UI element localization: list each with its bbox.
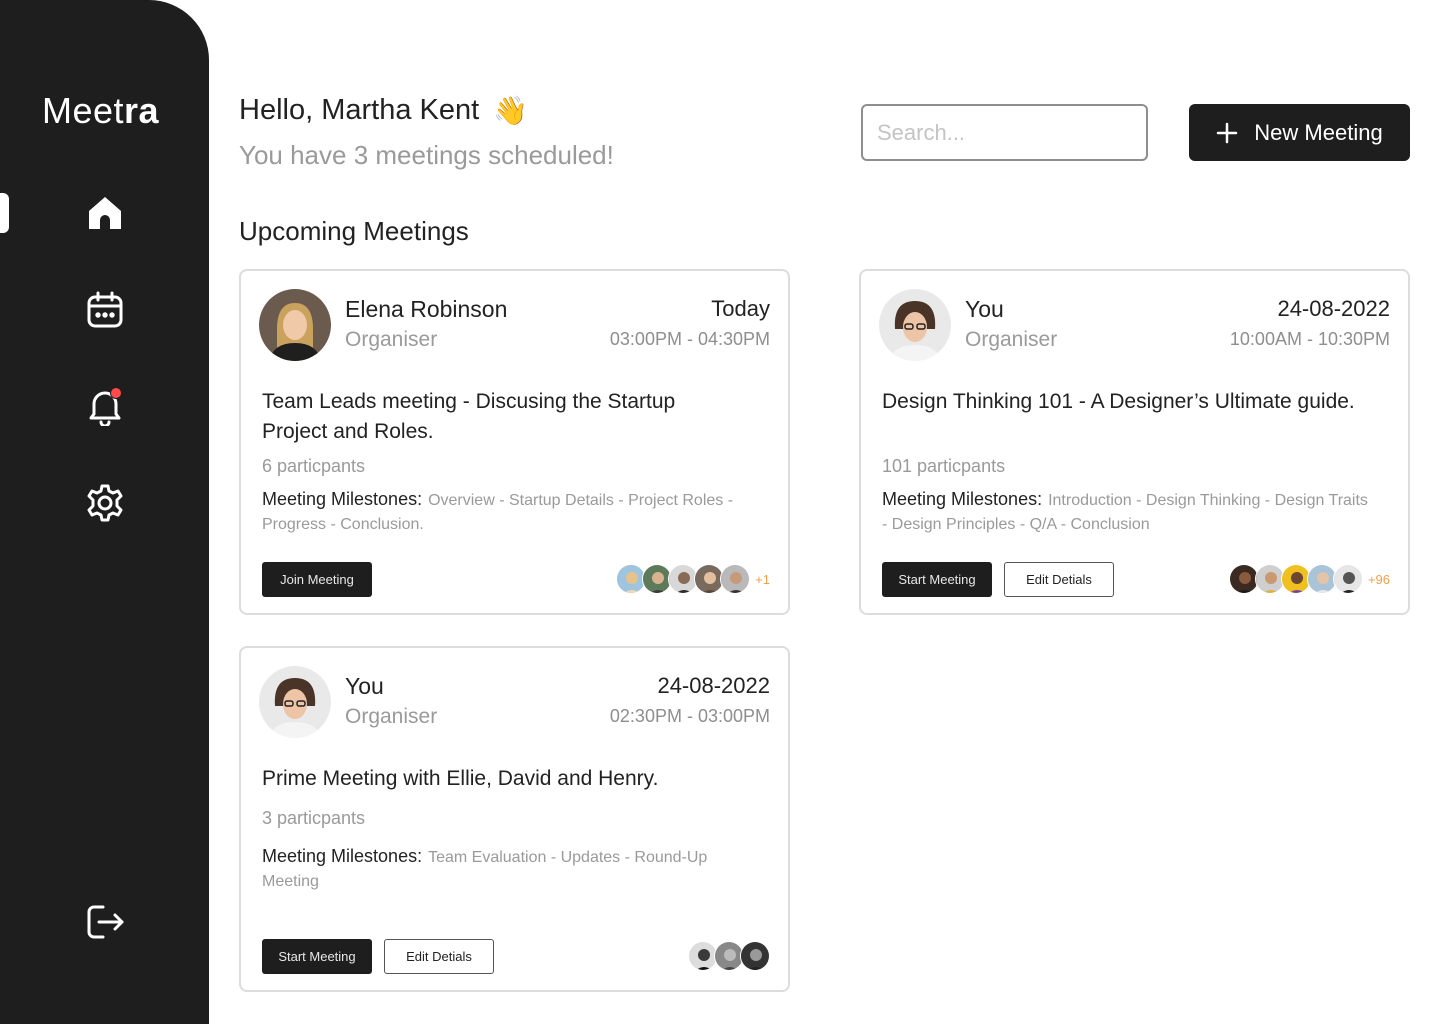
sidebar-item-home[interactable]: [84, 192, 126, 234]
greeting: Hello, Martha Kent 👋: [239, 94, 528, 127]
meeting-date: Today: [711, 296, 770, 321]
sidebar-item-notifications[interactable]: [84, 385, 126, 427]
sidebar-item-logout[interactable]: [84, 901, 126, 943]
sidebar-item-calendar[interactable]: [84, 289, 126, 331]
settings-icon: [87, 484, 123, 522]
meeting-time: 10:00AM - 10:30PM: [1229, 329, 1390, 349]
plus-icon: [1217, 122, 1238, 143]
meeting-title: Prime Meeting with Ellie, David and Henr…: [262, 767, 659, 790]
organiser-role: Organiser: [345, 705, 438, 728]
participant-avatar: [720, 564, 751, 594]
active-nav-indicator: [0, 193, 9, 233]
organiser-avatar: [259, 289, 331, 361]
meeting-card: You Organiser 24-08-2022 10:00AM - 10:30…: [859, 269, 1410, 615]
organiser-avatar: [259, 666, 331, 738]
participant-avatars: [688, 941, 770, 971]
meeting-card: Elena Robinson Organiser Today 03:00PM -…: [239, 269, 790, 615]
milestones-label: Meeting Milestones:: [262, 846, 423, 866]
organiser-role: Organiser: [345, 328, 438, 351]
sidebar-item-settings[interactable]: [84, 482, 126, 524]
participant-avatar: [740, 941, 770, 971]
participant-count: 101 particpants: [882, 456, 1006, 476]
new-meeting-label: New Meeting: [1254, 119, 1383, 145]
new-meeting-button[interactable]: New Meeting: [1189, 104, 1410, 161]
meeting-milestones: Meeting Milestones: Overview - Startup De…: [262, 487, 752, 537]
meeting-milestones: Meeting Milestones: Team Evaluation - Upd…: [262, 844, 752, 894]
organiser-name: You: [345, 673, 384, 699]
search-input[interactable]: [877, 119, 1165, 146]
more-participants-count: +1: [755, 571, 770, 587]
meeting-time: 02:30PM - 03:00PM: [609, 706, 770, 726]
meeting-date: 24-08-2022: [1277, 296, 1390, 321]
notification-dot: [110, 387, 122, 399]
participant-count: 6 particpants: [262, 456, 366, 476]
edit-details-button[interactable]: Edit Detials: [384, 939, 494, 974]
organiser-role: Organiser: [965, 328, 1058, 351]
edit-details-button[interactable]: Edit Detials: [1004, 562, 1114, 597]
participant-avatars: +1: [616, 564, 770, 594]
milestones-label: Meeting Milestones:: [882, 489, 1043, 509]
meeting-card: You Organiser 24-08-2022 02:30PM - 03:00…: [239, 646, 790, 992]
logout-icon: [87, 905, 124, 939]
start-meeting-button[interactable]: Start Meeting: [882, 562, 992, 597]
meeting-time: 03:00PM - 04:30PM: [609, 329, 770, 349]
more-participants-count: +96: [1367, 571, 1390, 587]
meetings-summary: You have 3 meetings scheduled!: [239, 140, 614, 170]
meeting-milestones: Meeting Milestones: Introduction - Design…: [882, 487, 1372, 537]
meeting-title: Team Leads meeting - Discusing the Start…: [262, 390, 676, 443]
join-meeting-button[interactable]: Join Meeting: [262, 562, 372, 597]
wave-emoji-icon: 👋: [493, 94, 529, 126]
app-logo[interactable]: Meetra: [42, 90, 159, 132]
participant-count: 3 particpants: [262, 808, 366, 828]
meeting-date: 24-08-2022: [657, 673, 770, 698]
participant-avatar: [1332, 564, 1363, 594]
search-box[interactable]: [861, 104, 1165, 161]
greeting-text: Hello, Martha Kent: [239, 94, 480, 126]
organiser-avatar: [879, 289, 951, 361]
home-icon: [89, 197, 121, 229]
organiser-name: You: [965, 296, 1004, 322]
participant-avatars: +96: [1228, 564, 1390, 594]
milestones-label: Meeting Milestones:: [262, 489, 423, 509]
start-meeting-button[interactable]: Start Meeting: [262, 939, 372, 974]
organiser-name: Elena Robinson: [345, 296, 508, 322]
section-title: Upcoming Meetings: [239, 216, 469, 246]
calendar-icon: [87, 291, 123, 328]
sidebar: Meetra: [0, 0, 209, 1024]
meeting-title: Design Thinking 101 - A Designer’s Ultim…: [882, 390, 1355, 413]
